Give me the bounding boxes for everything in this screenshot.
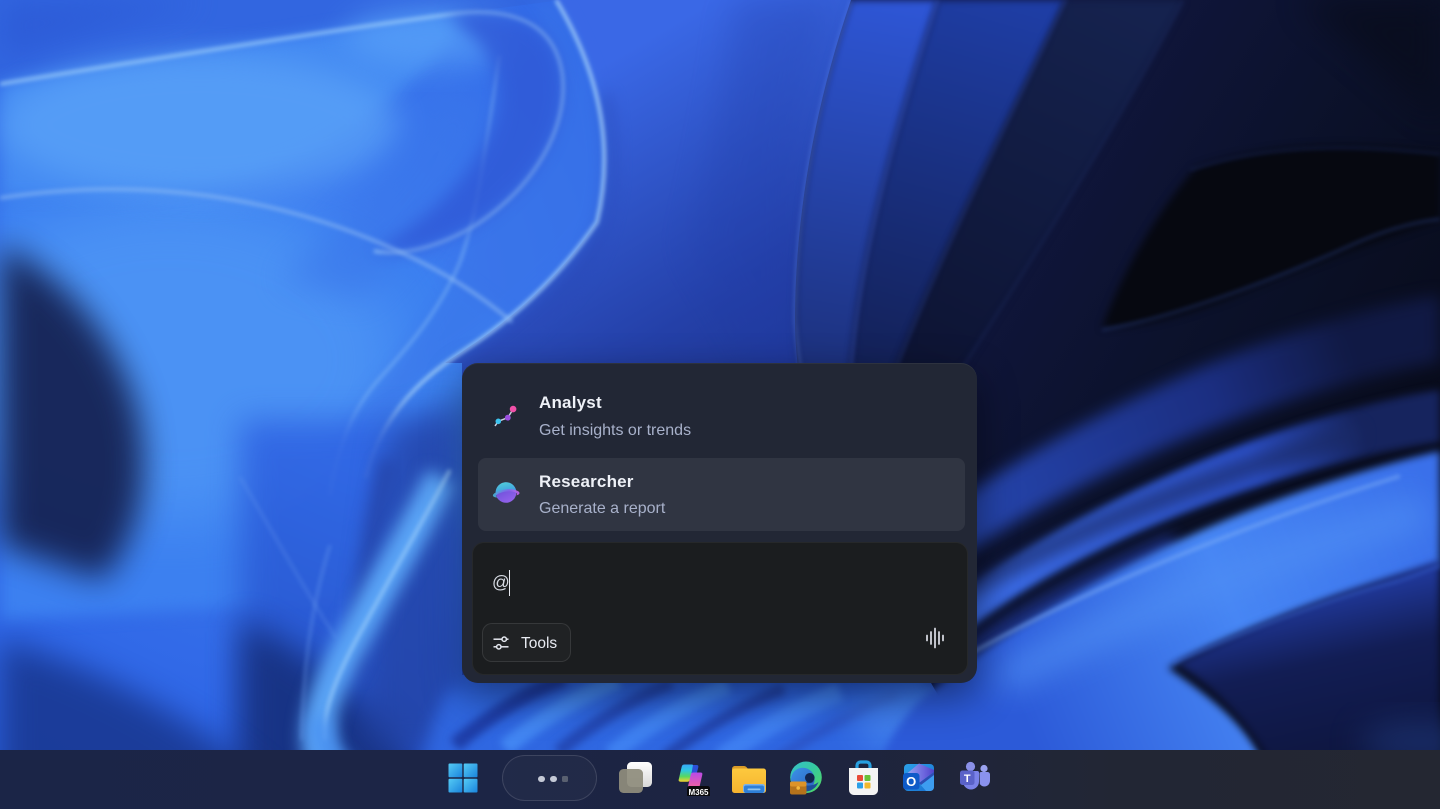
svg-text:O: O <box>906 774 916 789</box>
svg-text:M365: M365 <box>688 788 709 796</box>
svg-text:T: T <box>964 773 971 785</box>
